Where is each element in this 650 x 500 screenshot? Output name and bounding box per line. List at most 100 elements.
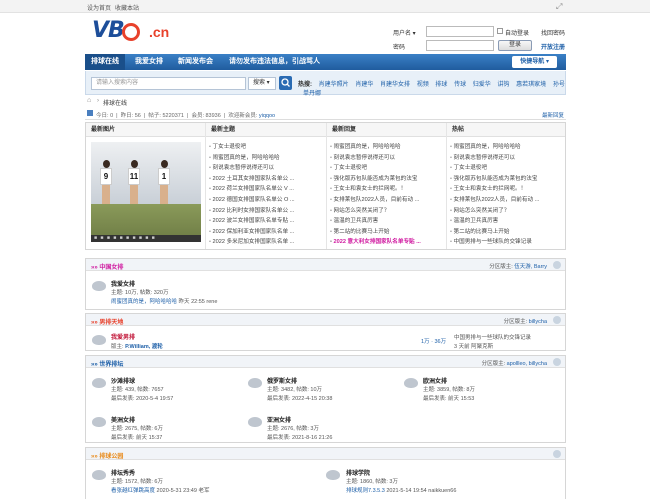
list-item[interactable]: 2022 意大利女排国家队名单专贴 ... <box>330 237 421 248</box>
last-post-link[interactable]: 看张越红弹跳高度 <box>111 488 155 494</box>
forum-name[interactable]: 欧洲女排 <box>423 376 447 385</box>
find-password-link[interactable]: 找回密码 <box>541 28 565 37</box>
list-item[interactable]: 闹蜜团真的是，阿哈哈哈哈 <box>330 142 421 153</box>
auto-login-checkbox[interactable] <box>497 28 503 34</box>
password-input[interactable] <box>426 40 494 51</box>
list-item[interactable]: 网站怎么突然关闭了？ <box>330 206 421 217</box>
hot-item[interactable]: 惠若琪家境 <box>516 82 546 88</box>
moderators[interactable]: apollleo, billycha <box>507 361 547 367</box>
forum-last: 最后发表: 2020-5-4 19:57 <box>111 396 174 402</box>
list-item[interactable]: 网站怎么突然关闭了？ <box>450 206 539 217</box>
list-item[interactable]: 强化版苏包队能否成为莱包的法宝 <box>330 174 421 185</box>
list-item[interactable]: 丁女士退役吧 <box>330 163 421 174</box>
list-item[interactable]: 2022 比利时女排国家队名单公 ... <box>209 206 295 217</box>
latest-image[interactable]: 9 11 1 ■ ■ ■ ■ ■ ■ ■ ■ ■ ■ <box>91 142 201 242</box>
list-item[interactable]: 强化版苏包队能否成为莱包的法宝 <box>450 174 539 185</box>
list-item[interactable]: 丁女士退役吧 <box>209 142 295 153</box>
section-title[interactable]: »» 男排天地 <box>91 317 123 326</box>
forum-name[interactable]: 俄罗斯女排 <box>267 376 297 385</box>
list-item[interactable]: 女排莱包队2022人员，目前有动 ... <box>330 195 421 206</box>
latest-reply-link[interactable]: 最新回复 <box>542 111 564 119</box>
moderators[interactable]: billycha <box>529 319 547 325</box>
nav-item-women[interactable]: 我爱女排 <box>129 54 169 70</box>
last-post-link[interactable]: 中国男排与一些球队的交锋记录 <box>454 333 531 341</box>
list-item[interactable]: 2022 波兰女排国家队名单专贴 ... <box>209 216 295 227</box>
forum-meta: 主题: 3859, 帖数: 8万 <box>423 387 475 393</box>
list-item[interactable]: 闹蜜团真的是，阿哈哈哈哈 <box>209 153 295 164</box>
forum-name[interactable]: 美洲女排 <box>111 415 135 424</box>
list-item[interactable]: 2022 荷兰女排国家队名单公 V ... <box>209 184 295 195</box>
list-item[interactable]: 温温的卫兵真厉害 <box>450 216 539 227</box>
hot-item[interactable]: 归爱华 <box>473 82 491 88</box>
last-post-link[interactable]: 闹蜜团真的是，阿哈哈哈哈 <box>111 299 177 305</box>
player-figure: 11 <box>127 160 141 204</box>
list-item[interactable]: 第二站的比赛马上开始 <box>330 227 421 238</box>
section-title[interactable]: »» 中国女排 <box>91 262 123 271</box>
nav-item-press[interactable]: 新闻发布会 <box>172 54 219 70</box>
collapse-toggle-icon[interactable] <box>553 450 561 458</box>
site-logo[interactable]: VB .cn <box>92 18 184 48</box>
forum-name[interactable]: 我爱女排 <box>111 279 135 288</box>
forum-name[interactable]: 亚洲女排 <box>267 415 291 424</box>
forum-meta: 主题: 1860, 帖数: 3万 <box>346 479 398 485</box>
list-item[interactable]: 刻说袁志暂停说得还可以 <box>330 153 421 164</box>
expand-icon[interactable]: ⤢ <box>556 2 562 12</box>
forum-icon <box>92 470 106 480</box>
hot-item[interactable]: 孙号 <box>553 82 565 88</box>
list-item[interactable]: 第二站的比赛马上开始 <box>450 227 539 238</box>
set-home-link[interactable]: 设为首页 <box>87 3 111 12</box>
hot-item[interactable]: 肖建华 <box>355 82 373 88</box>
portal-panel: 最新图片 9 11 1 ■ ■ ■ ■ ■ ■ ■ ■ ■ ■ 最新主题 丁女士… <box>85 122 566 250</box>
col-header: 最新图片 <box>86 123 205 137</box>
home-icon[interactable]: ⌂ <box>87 97 91 104</box>
section-title[interactable]: »» 世界排坛 <box>91 359 123 368</box>
collapse-toggle-icon[interactable] <box>553 261 561 269</box>
collapse-toggle-icon[interactable] <box>553 316 561 324</box>
search-button[interactable] <box>279 76 292 90</box>
forum-name[interactable]: 排坛秀秀 <box>111 468 135 477</box>
hot-item[interactable]: 讲钩 <box>497 82 509 88</box>
list-item[interactable]: 闹蜜团真的是，阿哈哈哈哈 <box>450 142 539 153</box>
forum-name[interactable]: 我爱男排 <box>111 332 135 341</box>
nav-item-notice[interactable]: 请勿发布违法信息，引战骂人 <box>223 54 326 70</box>
hot-item[interactable]: 传球 <box>454 82 466 88</box>
section-title[interactable]: »» 排球公园 <box>91 451 123 460</box>
list-item[interactable]: 女排莱包队2022人员，目前有动 ... <box>450 195 540 206</box>
list-item[interactable]: 中国男排与一些球队的交锋记录 <box>450 237 539 248</box>
login-button[interactable]: 登录 <box>498 40 532 51</box>
list-item[interactable]: 丁女士退役吧 <box>450 163 539 174</box>
forum-moderators[interactable]: P.William, 渡轮 <box>125 344 163 350</box>
bookmark-link[interactable]: 收藏本站 <box>115 3 139 12</box>
breadcrumb-current[interactable]: 排球在线 <box>103 98 127 107</box>
username-input[interactable] <box>426 26 494 37</box>
list-item[interactable]: 2022 德国女排国家队名单公 O ... <box>209 195 295 206</box>
hot-item[interactable]: 肖建华照片 <box>319 82 349 88</box>
register-link[interactable]: 开放注册 <box>541 42 565 51</box>
forum-icon <box>404 378 418 388</box>
collapse-toggle-icon[interactable] <box>553 358 561 366</box>
list-item[interactable]: 2022 多米尼加女排国家队名单 ... <box>209 237 295 248</box>
quick-nav-button[interactable]: 快捷导航 ▾ <box>512 56 557 68</box>
search-scope-select[interactable]: 搜索 ▾ <box>248 77 276 90</box>
hot-item[interactable]: 排球 <box>435 82 447 88</box>
last-post-link[interactable]: 排球规则7.3.5.3 <box>346 488 385 494</box>
list-item[interactable]: 2022 保加利亚女排国家队名单 ... <box>209 227 295 238</box>
section-china-women: »» 中国女排 分区版主: 伍天游, Barry 我爱女排 主题: 10万, 帖… <box>85 258 566 310</box>
list-item[interactable]: 2022 土耳其女排国家队名单公 ... <box>209 174 295 185</box>
col-header: 热帖 <box>447 123 565 137</box>
search-input[interactable]: 请输入搜索内容 <box>91 77 246 90</box>
slider-dots[interactable]: ■ ■ ■ ■ ■ ■ ■ ■ ■ ■ <box>91 235 201 242</box>
hot-item[interactable]: 肖建华女排 <box>380 82 410 88</box>
forum-last: 最后发表: 前天 15:53 <box>423 396 475 402</box>
nav-item-home[interactable]: 排球在线 <box>85 54 125 70</box>
forum-name[interactable]: 沙滩排球 <box>111 376 135 385</box>
newest-member-link[interactable]: yiqqoo <box>259 113 275 119</box>
list-item[interactable]: 王女士和袁女士的拦网呢。！ <box>450 184 539 195</box>
list-item[interactable]: 温温的卫兵真厉害 <box>330 216 421 227</box>
list-item[interactable]: 王女士和袁女士的拦网呢。！ <box>330 184 421 195</box>
list-item[interactable]: 刻说袁志暂停说得还可以 <box>450 153 539 164</box>
hot-item[interactable]: 视频 <box>417 82 429 88</box>
list-item[interactable]: 刻说袁志暂停说得还可以 <box>209 163 295 174</box>
moderators[interactable]: 伍天游, Barry <box>514 264 547 270</box>
forum-name[interactable]: 排球学院 <box>346 468 370 477</box>
